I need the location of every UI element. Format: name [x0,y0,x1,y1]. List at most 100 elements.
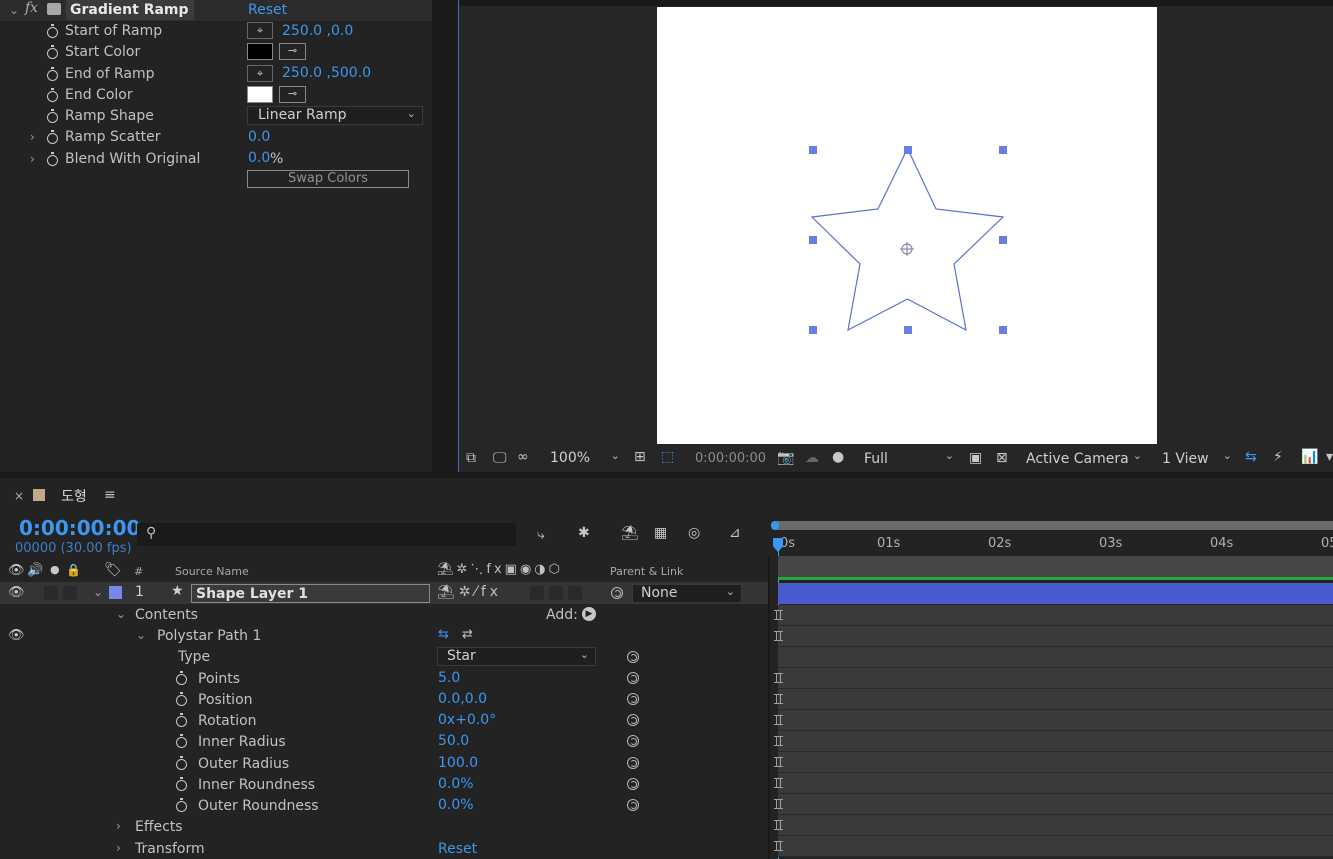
keyframe-marker-icon[interactable] [774,841,783,851]
path-direction-icon[interactable]: ⇆ [438,627,449,642]
column-source-name[interactable]: Source Name [175,565,249,578]
more-icon[interactable]: ▾ [1326,449,1333,465]
eyedropper-icon[interactable]: ⊸ [279,43,306,60]
effects-chevron[interactable]: › [116,819,121,833]
keyframe-marker-icon[interactable] [774,715,783,725]
comp-flowchart-icon[interactable]: ⤷ [537,527,545,543]
stopwatch-icon[interactable] [176,671,187,685]
layer-switches[interactable]: ⛱✲⁄fx [437,584,502,600]
fx-icon[interactable]: fx [25,0,38,16]
anchor-point-icon[interactable] [900,242,914,256]
work-area-start[interactable] [771,521,779,530]
expression-pick-whip-icon[interactable] [627,714,639,726]
switch-box[interactable] [549,586,563,600]
star-shape[interactable] [657,7,1157,444]
expression-pick-whip-icon[interactable] [627,757,639,769]
bbox-handle[interactable] [999,146,1007,154]
eyedropper-icon[interactable]: ⊸ [279,86,306,103]
prop-value-points[interactable]: 5.0 [438,670,460,686]
audio-column-icon[interactable]: 🔊 [27,563,43,578]
time-ruler[interactable] [770,530,1333,556]
expression-pick-whip-icon[interactable] [627,651,639,663]
keyframe-marker-icon[interactable] [774,736,783,746]
stopwatch-icon[interactable] [176,692,187,706]
prop-value-start-of-ramp[interactable]: 250.0 ,0.0 [282,23,353,39]
stopwatch-icon[interactable] [47,130,58,144]
star-path[interactable] [810,147,1005,332]
column-parent-link[interactable]: Parent & Link [610,565,683,578]
audio-switch[interactable] [44,586,58,600]
transform-reset-link[interactable]: Reset [438,841,477,857]
solo-switch[interactable] [63,586,77,600]
effect-name[interactable]: Gradient Ramp [66,0,194,20]
prop-value-blend-with-original[interactable]: 0.0 [248,150,270,166]
swap-colors-button[interactable]: Swap Colors [247,170,409,188]
stopwatch-icon[interactable] [47,67,58,81]
shy-layers-icon[interactable]: ⛱ [621,525,639,541]
keyframe-marker-icon[interactable] [774,673,783,683]
timeline-divider[interactable] [768,556,770,859]
stopwatch-icon[interactable] [47,109,58,123]
bbox-handle[interactable] [809,236,817,244]
expression-pick-whip-icon[interactable] [627,778,639,790]
keyframe-marker-icon[interactable] [774,778,783,788]
path-direction-reverse-icon[interactable]: ⇄ [462,627,473,642]
effect-collapse-chevron[interactable]: ⌄ [9,3,19,17]
eye-column-icon[interactable]: 👁 [8,563,25,578]
stopwatch-icon[interactable] [176,777,187,791]
comp-tab-name[interactable]: 도형 [61,486,87,506]
mask-icon[interactable]: ∞ [517,449,529,465]
label-column-icon[interactable]: 🏷 [104,562,122,578]
close-tab-icon[interactable]: × [14,489,24,503]
keyframe-marker-icon[interactable] [774,799,783,809]
layer-collapse-chevron[interactable]: ⌄ [93,585,103,599]
region-of-interest-icon[interactable]: ⬚ [661,449,674,465]
stopwatch-icon[interactable] [176,756,187,770]
type-dropdown[interactable]: Star ⌄ [437,647,596,666]
expression-pick-whip-icon[interactable] [627,693,639,705]
panel-menu-icon[interactable]: ≡ [104,487,116,503]
expression-pick-whip-icon[interactable] [627,799,639,811]
layer-search-input[interactable] [137,523,516,546]
bbox-handle[interactable] [904,326,912,334]
keyframe-marker-icon[interactable] [774,694,783,704]
stopwatch-icon[interactable] [47,45,58,59]
always-preview-icon[interactable]: ⧉ [466,450,476,466]
bbox-handle[interactable] [809,146,817,154]
keyframe-marker-icon[interactable] [774,757,783,767]
show-snapshot-icon[interactable]: ☁ [805,450,819,466]
expand-chevron[interactable]: › [30,130,35,144]
effect-reset-link[interactable]: Reset [248,2,287,18]
bbox-handle[interactable] [904,146,912,154]
switch-box[interactable] [530,586,544,600]
prop-value-inner-radius[interactable]: 50.0 [438,733,469,749]
prop-value-ramp-scatter[interactable]: 0.0 [248,129,270,145]
timeline-icon[interactable]: 📊 [1301,449,1318,465]
toggle-pixel-aspect-icon[interactable]: ⇆ [1245,449,1257,465]
transform-chevron[interactable]: › [116,841,121,855]
pick-whip-icon[interactable] [611,587,623,599]
parent-dropdown[interactable]: None ⌄ [632,584,742,603]
contents-chevron[interactable]: ⌄ [116,607,126,621]
stopwatch-icon[interactable] [176,734,187,748]
layer-label-color[interactable] [109,586,122,599]
prop-value-position[interactable]: 0.0,0.0 [438,691,487,707]
ramp-shape-dropdown[interactable]: Linear Ramp ⌄ [247,106,423,125]
camera-dropdown[interactable]: Active Camera ⌄ [1020,449,1148,469]
point-crosshair-icon[interactable]: ⌖ [247,65,273,82]
prop-value-end-of-ramp[interactable]: 250.0 ,500.0 [282,65,371,81]
stopwatch-icon[interactable] [47,152,58,166]
keyframe-marker-icon[interactable] [774,610,783,620]
bbox-handle[interactable] [999,326,1007,334]
viewer-timecode[interactable]: 0:00:00:00 [695,451,766,466]
monitor-icon[interactable]: 🖵 [493,450,507,466]
layer-name[interactable]: Shape Layer 1 [196,586,308,602]
stopwatch-icon[interactable] [47,24,58,38]
layer-duration-bar[interactable] [778,583,1333,604]
point-crosshair-icon[interactable]: ⌖ [247,22,273,39]
fast-preview-icon[interactable]: ⚡ [1273,449,1283,465]
expression-pick-whip-icon[interactable] [627,735,639,747]
resolution-dropdown[interactable]: Full ⌄ [858,449,960,469]
frame-blending-icon[interactable]: ▦ [654,525,667,541]
expand-chevron[interactable]: › [30,152,35,166]
